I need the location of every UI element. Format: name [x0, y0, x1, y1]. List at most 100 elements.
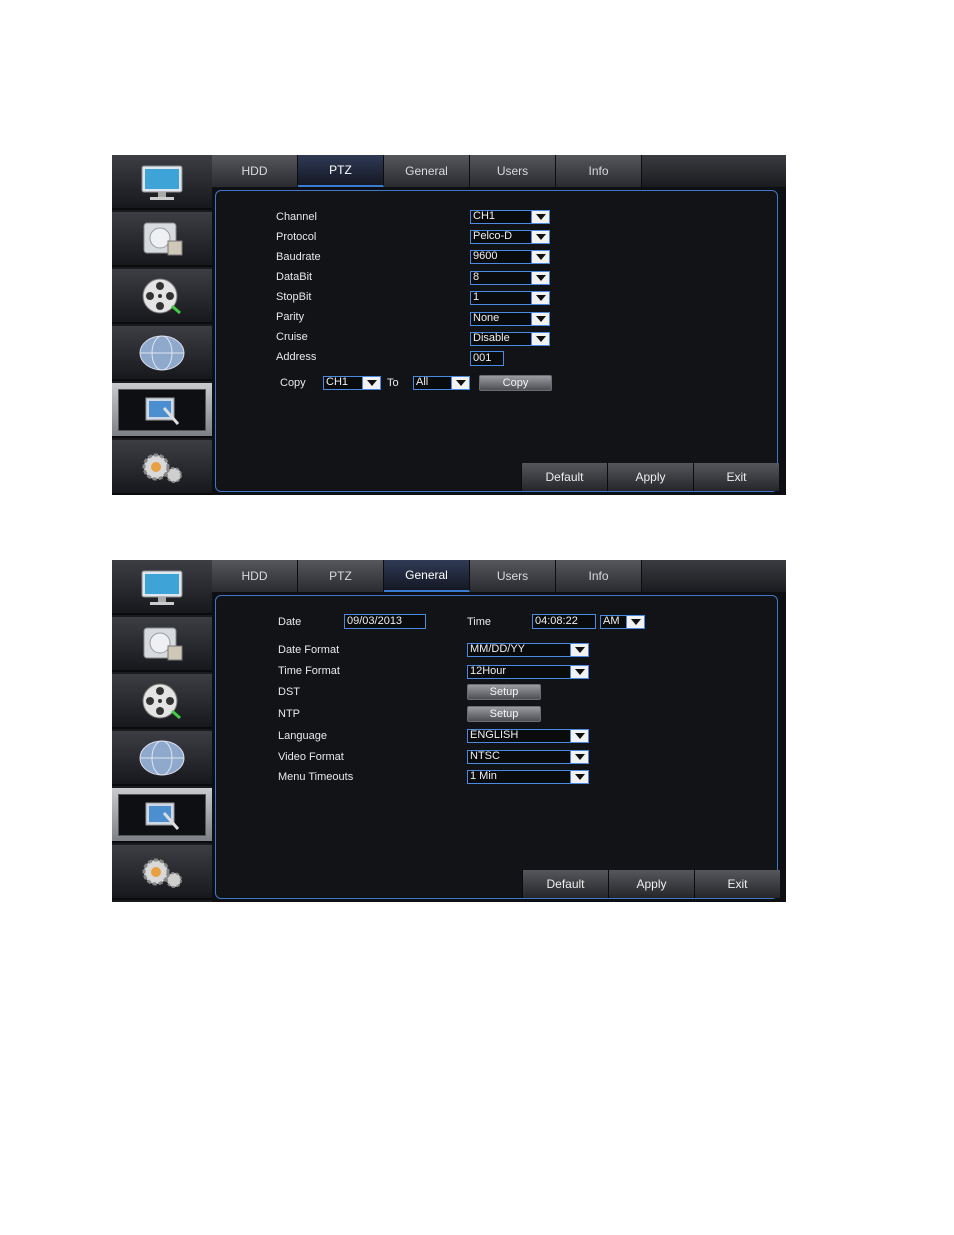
- network-globe-icon: [136, 738, 188, 778]
- chevron-down-icon[interactable]: [531, 251, 549, 263]
- copy-from-select[interactable]: CH1: [323, 376, 381, 390]
- tab-users[interactable]: Users: [470, 560, 556, 592]
- ampm-select[interactable]: AM: [600, 615, 645, 629]
- sidebar: [112, 155, 212, 495]
- copy-label: Copy: [280, 377, 306, 389]
- monitor-icon: [136, 567, 188, 607]
- copy-from-value: CH1: [326, 376, 349, 388]
- time-input[interactable]: 04:08:22: [532, 614, 596, 629]
- dst-setup-button[interactable]: Setup: [467, 684, 541, 700]
- copy-button[interactable]: Copy: [479, 375, 552, 391]
- time-format-select[interactable]: 12Hour: [467, 665, 589, 679]
- baudrate-value: 9600: [473, 250, 498, 262]
- chevron-down-icon[interactable]: [531, 231, 549, 243]
- baudrate-select[interactable]: 9600: [470, 250, 550, 264]
- tab-info[interactable]: Info: [556, 155, 642, 187]
- tab-bar-filler: [642, 560, 786, 592]
- parity-label: Parity: [276, 311, 305, 323]
- language-value: ENGLISH: [470, 729, 519, 741]
- parity-select[interactable]: None: [470, 312, 550, 326]
- sidebar-item-record[interactable]: [112, 617, 212, 672]
- copy-to-select[interactable]: All: [413, 376, 470, 390]
- dst-label: DST: [278, 686, 300, 698]
- chevron-down-icon[interactable]: [451, 377, 469, 389]
- chevron-down-icon[interactable]: [626, 616, 644, 628]
- tab-ptz[interactable]: PTZ: [298, 155, 384, 187]
- language-select[interactable]: ENGLISH: [467, 729, 589, 743]
- footer-buttons: Default Apply Exit: [521, 463, 779, 491]
- film-reel-icon: [136, 276, 188, 316]
- stopbit-label: StopBit: [276, 291, 312, 303]
- tab-bar: HDD PTZ General Users Info: [212, 155, 786, 187]
- protocol-label: Protocol: [276, 231, 317, 243]
- date-input[interactable]: 09/03/2013: [344, 614, 426, 629]
- cruise-select[interactable]: Disable: [470, 332, 550, 346]
- chevron-down-icon[interactable]: [570, 644, 588, 656]
- sidebar: [112, 560, 212, 902]
- tab-info[interactable]: Info: [556, 560, 642, 592]
- tab-hdd[interactable]: HDD: [212, 560, 298, 592]
- video-format-label: Video Format: [278, 751, 344, 763]
- channel-select[interactable]: CH1: [470, 210, 550, 224]
- video-format-select[interactable]: NTSC: [467, 750, 589, 764]
- stopbit-select[interactable]: 1: [470, 291, 550, 305]
- default-button[interactable]: Default: [522, 870, 608, 898]
- chevron-down-icon[interactable]: [531, 211, 549, 223]
- sidebar-item-network[interactable]: [112, 731, 212, 786]
- cruise-value: Disable: [473, 332, 510, 344]
- copy-to-value: All: [416, 376, 429, 388]
- sidebar-item-system[interactable]: [112, 383, 212, 438]
- parity-value: None: [473, 312, 500, 324]
- apply-button[interactable]: Apply: [608, 870, 694, 898]
- date-format-select[interactable]: MM/DD/YY: [467, 643, 589, 657]
- tab-hdd[interactable]: HDD: [212, 155, 298, 187]
- ntp-label: NTP: [278, 708, 300, 720]
- chevron-down-icon[interactable]: [531, 272, 549, 284]
- chevron-down-icon[interactable]: [531, 313, 549, 325]
- general-settings-screen: HDD PTZ General Users Info Date 09/03/20…: [112, 560, 786, 902]
- chevron-down-icon[interactable]: [362, 377, 380, 389]
- monitor-icon: [136, 162, 188, 202]
- address-input[interactable]: 001: [470, 351, 504, 366]
- film-reel-icon: [136, 681, 188, 721]
- menu-timeouts-value: 1 Min: [470, 770, 497, 782]
- chevron-down-icon[interactable]: [570, 771, 588, 783]
- databit-label: DataBit: [276, 271, 313, 283]
- sidebar-item-advanced[interactable]: [112, 845, 212, 900]
- apply-button[interactable]: Apply: [607, 463, 693, 491]
- protocol-value: Pelco-D: [473, 230, 513, 242]
- databit-select[interactable]: 8: [470, 271, 550, 285]
- sidebar-item-display[interactable]: [112, 560, 212, 615]
- chevron-down-icon[interactable]: [570, 666, 588, 678]
- gears-icon: [136, 447, 188, 487]
- menu-timeouts-select[interactable]: 1 Min: [467, 770, 589, 784]
- protocol-select[interactable]: Pelco-D: [470, 230, 550, 244]
- tab-general[interactable]: General: [384, 560, 470, 592]
- tab-ptz[interactable]: PTZ: [298, 560, 384, 592]
- ntp-setup-button[interactable]: Setup: [467, 706, 541, 722]
- sidebar-item-playback[interactable]: [112, 674, 212, 729]
- footer-buttons: Default Apply Exit: [522, 870, 780, 898]
- exit-button[interactable]: Exit: [694, 870, 780, 898]
- sidebar-item-network[interactable]: [112, 326, 212, 381]
- sidebar-item-display[interactable]: [112, 155, 212, 210]
- chevron-down-icon[interactable]: [531, 292, 549, 304]
- sidebar-active-frame: [118, 793, 206, 836]
- copy-to-label: To: [387, 377, 399, 389]
- sidebar-item-playback[interactable]: [112, 269, 212, 324]
- tab-users[interactable]: Users: [470, 155, 556, 187]
- sidebar-item-advanced[interactable]: [112, 440, 212, 495]
- channel-label: Channel: [276, 211, 317, 223]
- tab-general[interactable]: General: [384, 155, 470, 187]
- chevron-down-icon[interactable]: [570, 730, 588, 742]
- chevron-down-icon[interactable]: [570, 751, 588, 763]
- exit-button[interactable]: Exit: [693, 463, 779, 491]
- chevron-down-icon[interactable]: [531, 333, 549, 345]
- sidebar-item-record[interactable]: [112, 212, 212, 267]
- default-button[interactable]: Default: [521, 463, 607, 491]
- ptz-settings-screen: HDD PTZ General Users Info Channel CH1 P…: [112, 155, 786, 495]
- network-globe-icon: [136, 333, 188, 373]
- system-tools-icon: [136, 795, 188, 835]
- sidebar-item-system[interactable]: [112, 788, 212, 843]
- general-panel: Date 09/03/2013 Time 04:08:22 AM Date Fo…: [215, 595, 780, 899]
